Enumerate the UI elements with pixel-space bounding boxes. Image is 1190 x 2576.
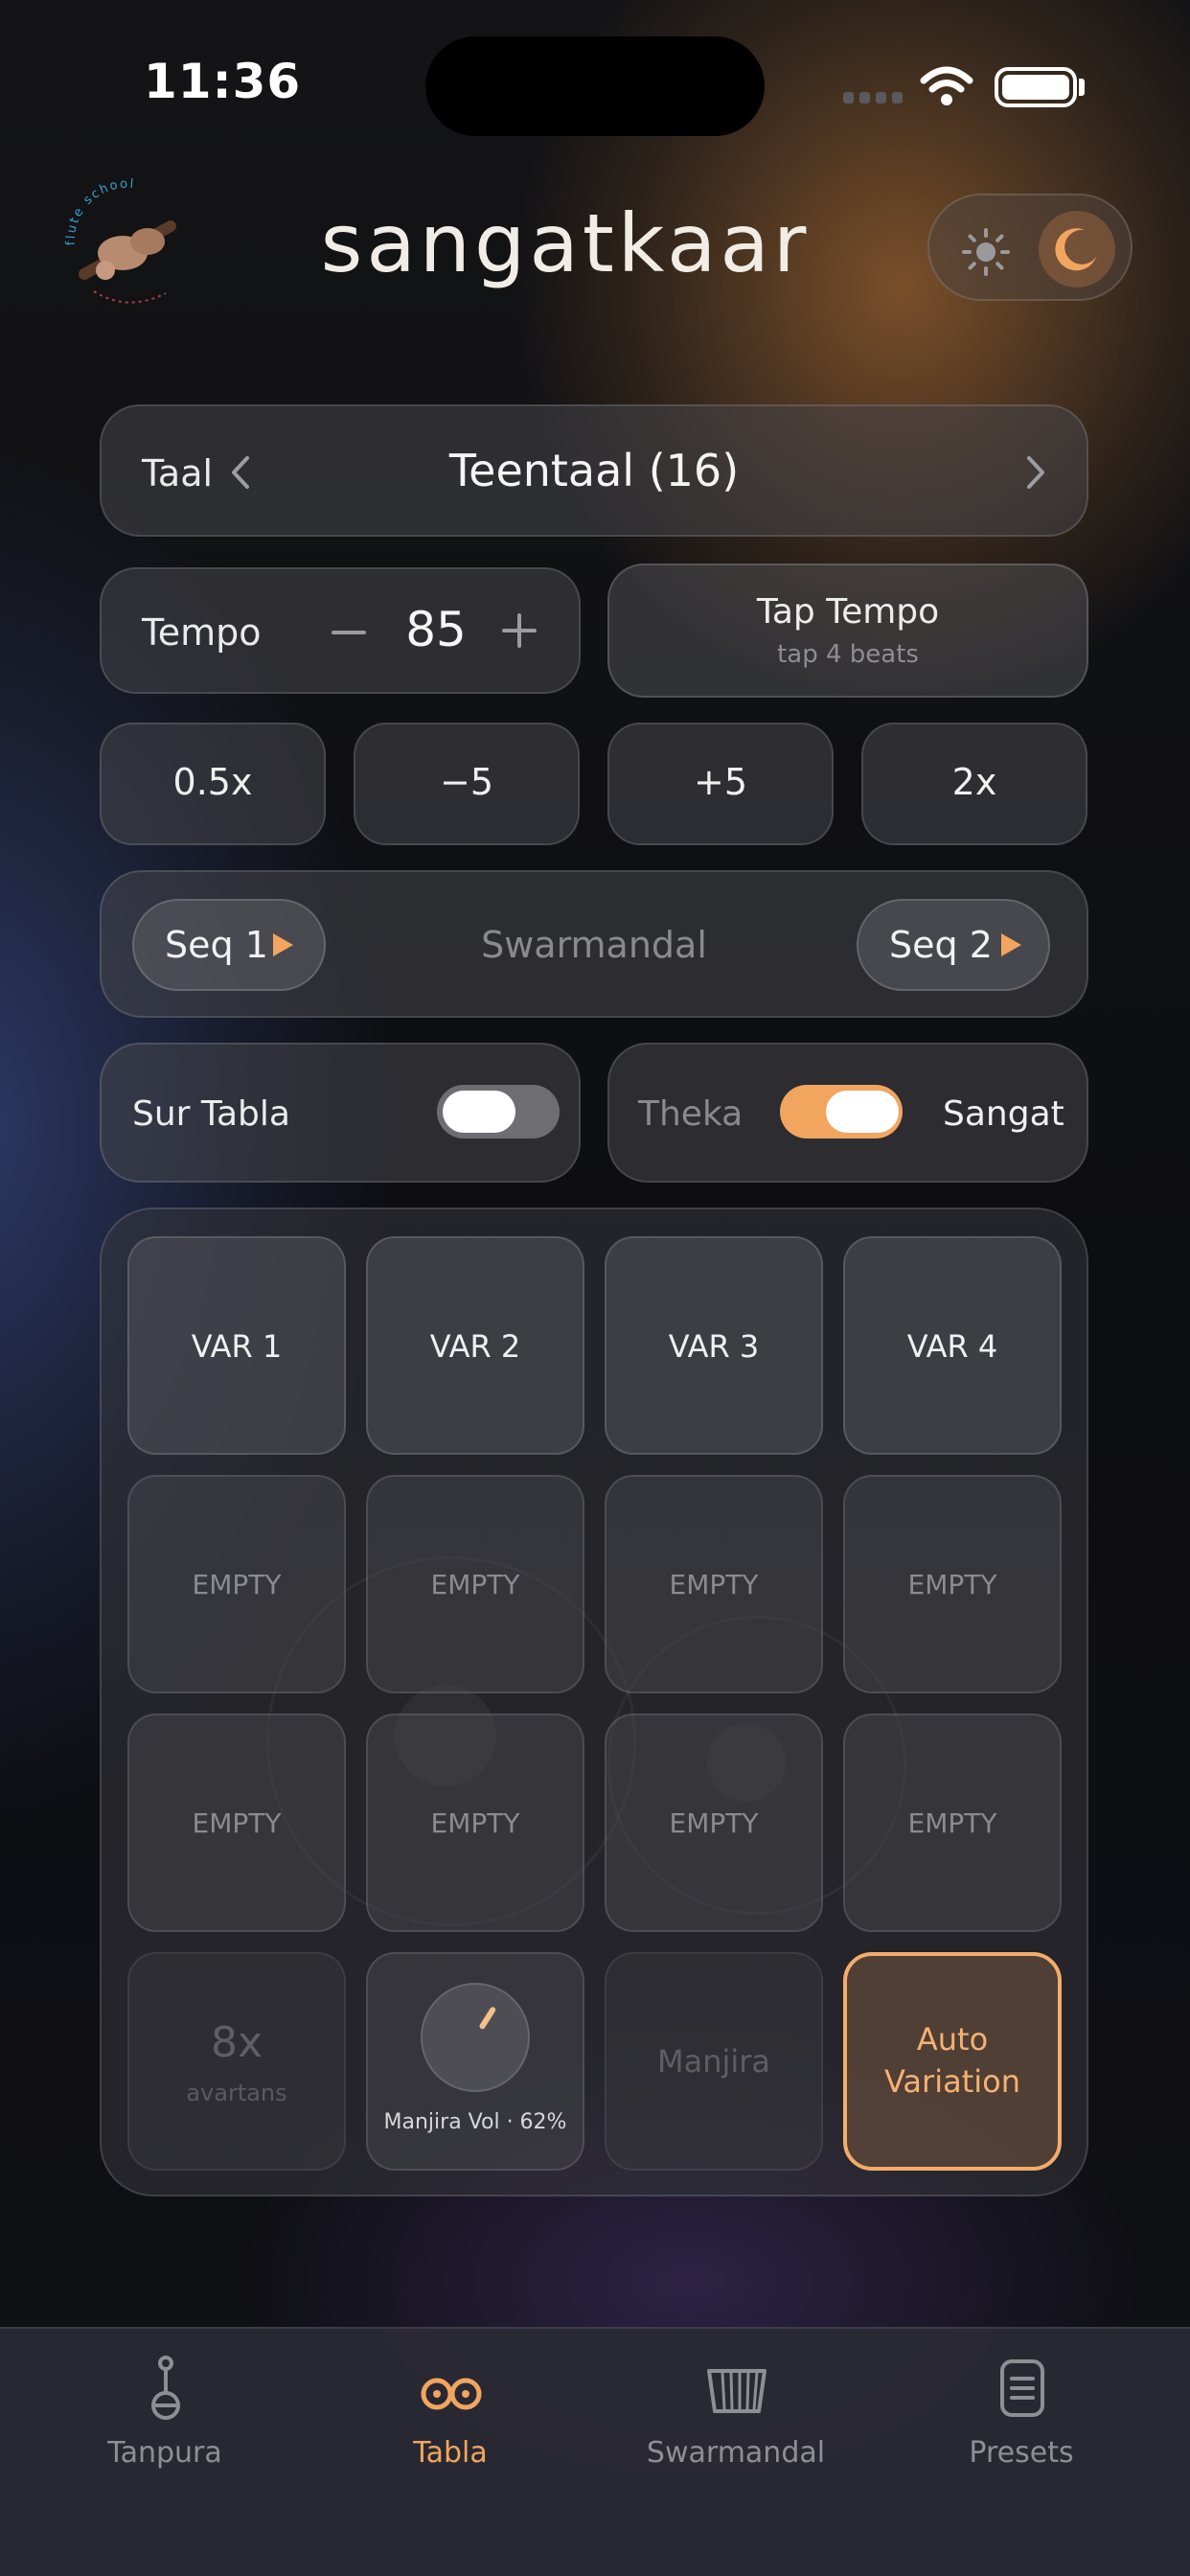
pad-label: EMPTY [669, 1807, 759, 1839]
tab-tanpura-label: Tanpura [107, 2436, 222, 2470]
pad-label: VAR 3 [668, 1328, 760, 1365]
pad-label: EMPTY [192, 1569, 282, 1600]
moon-icon [1055, 228, 1096, 271]
auto-variation-label-line1: Auto [916, 2021, 989, 2058]
knob-indicator [479, 2007, 496, 2030]
tempo-decrease-button[interactable] [330, 613, 368, 652]
app-title: sangatkaar [320, 196, 811, 290]
tabla-icon [421, 2378, 482, 2410]
pad-label: EMPTY [907, 1569, 997, 1600]
tab-swarmandal-label: Swarmandal [646, 2436, 826, 2470]
flute-school-logo: flute school [64, 178, 176, 304]
tempo-value: 85 [405, 602, 467, 657]
sur-tabla-switch-knob [443, 1091, 515, 1133]
battery-icon [995, 67, 1077, 107]
tap-tempo-title: Tap Tempo [756, 592, 940, 632]
tempo-increase-button[interactable] [500, 611, 538, 650]
sur-tabla-label: Sur Tabla [132, 1094, 290, 1134]
sun-icon[interactable] [961, 227, 1011, 277]
tanpura-icon [151, 2356, 180, 2420]
battery-cap [1079, 79, 1085, 96]
tempo-half-label: 0.5x [172, 761, 253, 803]
theka-label: Theka [638, 1094, 744, 1134]
theka-sangat-switch-knob [826, 1091, 899, 1133]
tap-tempo-subtitle: tap 4 beats [777, 640, 919, 669]
manjira-volume-caption: Manjira Vol · 62% [383, 2110, 567, 2134]
tempo-minus-five-label: −5 [439, 761, 494, 803]
tempo-plus-five-label: +5 [693, 761, 748, 803]
auto-variation-label-line2: Variation [884, 2063, 1020, 2100]
chevron-left-icon[interactable] [226, 454, 255, 491]
tab-tabla-label: Tabla [413, 2436, 488, 2470]
play-icon [273, 933, 293, 956]
cellular-signal-icon [843, 92, 903, 104]
pad-label: VAR 4 [906, 1328, 998, 1365]
tempo-label: Tempo [142, 611, 262, 654]
pad-label: EMPTY [430, 1569, 520, 1600]
swarmandal-label: Swarmandal [481, 924, 707, 966]
svg-text:flute school: flute school [64, 178, 136, 245]
tab-presets-label: Presets [969, 2436, 1074, 2470]
tempo-double-label: 2x [951, 761, 997, 803]
avartans-value: 8x [210, 2018, 263, 2067]
play-icon [1001, 933, 1021, 956]
taal-label: Taal [142, 452, 214, 494]
seq-1-label: Seq 1 [165, 924, 268, 966]
presets-icon [1000, 2359, 1044, 2417]
taal-value: Teentaal (16) [448, 445, 740, 496]
pad-label: EMPTY [907, 1807, 997, 1839]
seq-2-label: Seq 2 [889, 924, 993, 966]
pad-label: VAR 1 [191, 1328, 283, 1365]
chevron-right-icon[interactable] [1021, 454, 1050, 491]
status-time: 11:36 [144, 54, 302, 109]
wifi-icon [920, 66, 973, 105]
manjira-label: Manjira [656, 2043, 771, 2080]
swarmandal-icon [707, 2369, 767, 2413]
dynamic-island [425, 36, 765, 136]
sangat-label: Sangat [943, 1094, 1064, 1134]
pad-label: VAR 2 [429, 1328, 521, 1365]
pad-label: EMPTY [669, 1569, 759, 1600]
logo-text: flute school [64, 178, 134, 245]
pad-label: EMPTY [430, 1807, 520, 1839]
avartans-label: avartans [186, 2080, 287, 2106]
pad-label: EMPTY [192, 1807, 282, 1839]
